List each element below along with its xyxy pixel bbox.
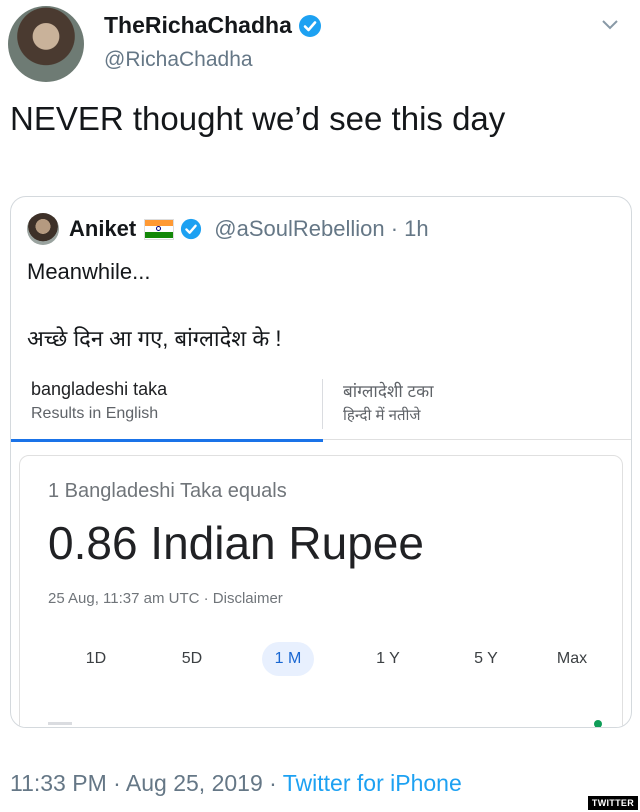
range-1y[interactable]: 1 Y <box>362 642 414 676</box>
tab-title: बांग्लादेशी टका <box>343 382 434 401</box>
watermark-logo: TWITTER <box>587 796 638 810</box>
tweet-source-link[interactable]: Twitter for iPhone <box>283 770 462 796</box>
chart-range-selector: 1D 5D 1 M 1 Y 5 Y Max <box>50 642 590 678</box>
quoted-handle: @aSoulRebellion · 1h <box>214 216 429 241</box>
tweet-timestamp-row: 11:33 PM · Aug 25, 2019 · Twitter for iP… <box>10 770 462 797</box>
range-5d[interactable]: 5D <box>166 642 218 676</box>
quoted-text-line: Meanwhile... <box>27 259 151 284</box>
tab-subtitle: हिन्दी में नतीजे <box>343 407 421 424</box>
tweet-timestamp[interactable]: 11:33 PM · Aug 25, 2019 · <box>10 770 283 796</box>
handle[interactable]: @RichaChadha <box>104 48 253 72</box>
chart-axis-tick <box>48 722 72 725</box>
quoted-display-name: Aniket <box>69 216 137 241</box>
tab-hindi-results[interactable]: बांग्लादेशी टका हिन्दी में नतीजे <box>323 373 631 440</box>
verified-badge-icon <box>181 218 202 240</box>
display-name[interactable]: TheRichaChadha <box>104 12 292 39</box>
conversion-value: 0.86 Indian Rupee <box>48 517 424 569</box>
chart-current-point <box>594 720 602 727</box>
range-5y[interactable]: 5 Y <box>460 642 512 676</box>
tweet-text: NEVER thought we’d see this day <box>10 100 506 137</box>
quoted-author-row: Aniket @aSoulRebellion · 1h <box>27 213 429 245</box>
range-1m[interactable]: 1 M <box>262 642 314 676</box>
tab-title: bangladeshi taka <box>31 379 168 399</box>
quoted-text-line: अच्छे दिन आ गए, बांग्लादेश के ! <box>27 326 282 351</box>
verified-badge-icon <box>298 14 321 37</box>
currency-converter-card: 1 Bangladeshi Taka equals 0.86 Indian Ru… <box>19 455 623 727</box>
author-row: TheRichaChadha <box>104 12 322 39</box>
tab-english-results[interactable]: bangladeshi taka Results in English <box>11 373 323 442</box>
avatar[interactable] <box>8 6 84 82</box>
chevron-down-icon[interactable] <box>600 14 620 34</box>
quoted-avatar <box>27 213 59 245</box>
conversion-equals-text: 1 Bangladeshi Taka equals <box>48 480 287 502</box>
quoted-tweet-card[interactable]: Aniket @aSoulRebellion · 1h Meanwhile...… <box>10 196 632 728</box>
range-1d[interactable]: 1D <box>70 642 122 676</box>
india-flag-icon <box>144 218 175 240</box>
tab-subtitle: Results in English <box>31 405 159 422</box>
range-max[interactable]: Max <box>546 642 598 676</box>
conversion-meta: 25 Aug, 11:37 am UTC · Disclaimer <box>48 590 283 607</box>
